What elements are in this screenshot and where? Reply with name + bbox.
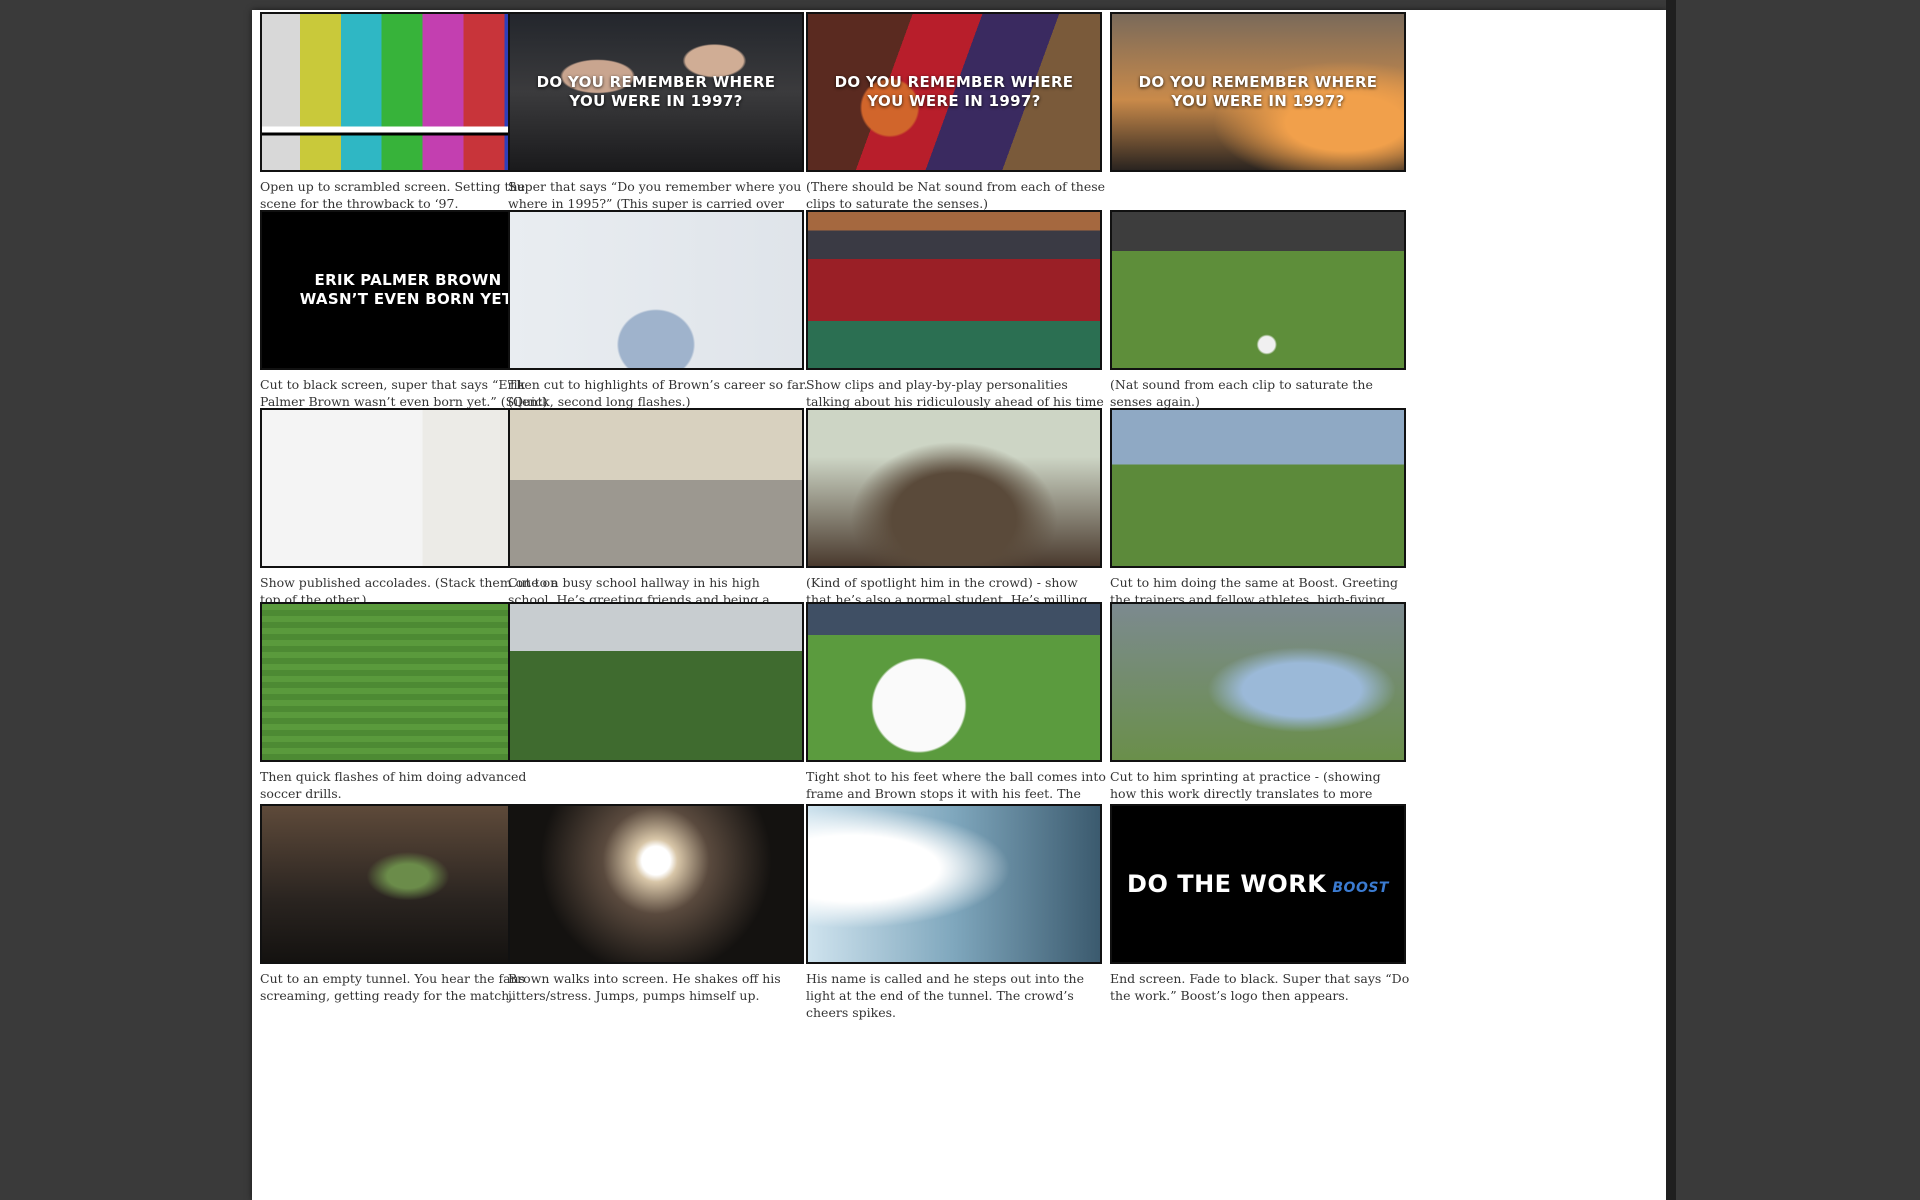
storyboard-frame-image: DO YOU REMEMBER WHERE YOU WERE IN 1997?	[1110, 12, 1406, 172]
storyboard-cell: Then cut to highlights of Brown’s career…	[508, 210, 808, 410]
storyboard-frame-image	[508, 210, 804, 370]
frame-caption: Brown walks into screen. He shakes off h…	[508, 971, 781, 1003]
frame-super-text: DO YOU REMEMBER WHERE YOU WERE IN 1997?	[834, 73, 1074, 110]
storyboard-cell: (Kind of spotlight him in the crowd) - s…	[806, 408, 1102, 625]
storyboard-frame-image	[1110, 408, 1406, 568]
end-card-text: DO THE WORK	[1127, 870, 1327, 898]
storyboard-cell: Cut to a busy school hallway in his high…	[508, 408, 804, 625]
storyboard-cell: Show clips and play-by-play personalitie…	[806, 210, 1104, 427]
frame-caption: (There should be Nat sound from each of …	[806, 179, 1106, 211]
storyboard-frame-image	[806, 210, 1102, 370]
storyboard-frame-image	[508, 602, 804, 762]
storyboard-cell	[508, 602, 804, 768]
frame-caption: Then cut to highlights of Brown’s career…	[508, 377, 808, 409]
storyboard-frame-image	[806, 804, 1102, 964]
viewer-scrollbar-track[interactable]	[1666, 0, 1676, 1200]
storyboard-frame-image	[806, 602, 1102, 762]
storyboard-cell: DO YOU REMEMBER WHERE YOU WERE IN 1997? (…	[806, 12, 1105, 212]
storyboard-cell: DO YOU REMEMBER WHERE YOU WERE IN 1997?	[1110, 12, 1406, 178]
storyboard-frame-image	[508, 804, 804, 964]
storyboard-cell: Cut to him doing the same at Boost. Gree…	[1110, 408, 1406, 608]
boost-logo-icon: BOOST	[1332, 880, 1389, 896]
document-viewer: Open up to scrambled screen. Setting the…	[0, 0, 1920, 1200]
storyboard-frame-image	[806, 408, 1102, 568]
storyboard-cell: (Nat sound from each clip to saturate th…	[1110, 210, 1406, 410]
storyboard-frame-image: DO YOU REMEMBER WHERE YOU WERE IN 1997?	[508, 12, 804, 172]
storyboard-frame-image	[1110, 210, 1406, 370]
storyboard-cell: His name is called and he steps out into…	[806, 804, 1102, 1021]
end-card-super: DO THE WORK BOOST	[1127, 870, 1389, 898]
storyboard-frame-image	[508, 408, 804, 568]
frame-super-text: DO YOU REMEMBER WHERE YOU WERE IN 1997?	[1138, 73, 1378, 110]
storyboard-frame-image	[1110, 602, 1406, 762]
frame-caption: His name is called and he steps out into…	[806, 971, 1084, 1020]
storyboard-frame-image: DO THE WORK BOOST	[1110, 804, 1406, 964]
storyboard-cell: Tight shot to his feet where the ball co…	[806, 602, 1106, 819]
storyboard-page: Open up to scrambled screen. Setting the…	[252, 10, 1666, 1200]
frame-caption: End screen. Fade to black. Super that sa…	[1110, 971, 1410, 1003]
storyboard-cell: DO THE WORK BOOST End screen. Fade to blac…	[1110, 804, 1409, 1004]
frame-caption: Then quick flashes of him doing advanced…	[260, 769, 527, 801]
frame-caption: (Nat sound from each clip to saturate th…	[1110, 377, 1373, 409]
storyboard-cell: Cut to him sprinting at practice - (show…	[1110, 602, 1406, 836]
storyboard-cell: Brown walks into screen. He shakes off h…	[508, 804, 804, 1004]
storyboard-frame-image: DO YOU REMEMBER WHERE YOU WERE IN 1997?	[806, 12, 1102, 172]
frame-super-text: DO YOU REMEMBER WHERE YOU WERE IN 1997?	[536, 73, 776, 110]
